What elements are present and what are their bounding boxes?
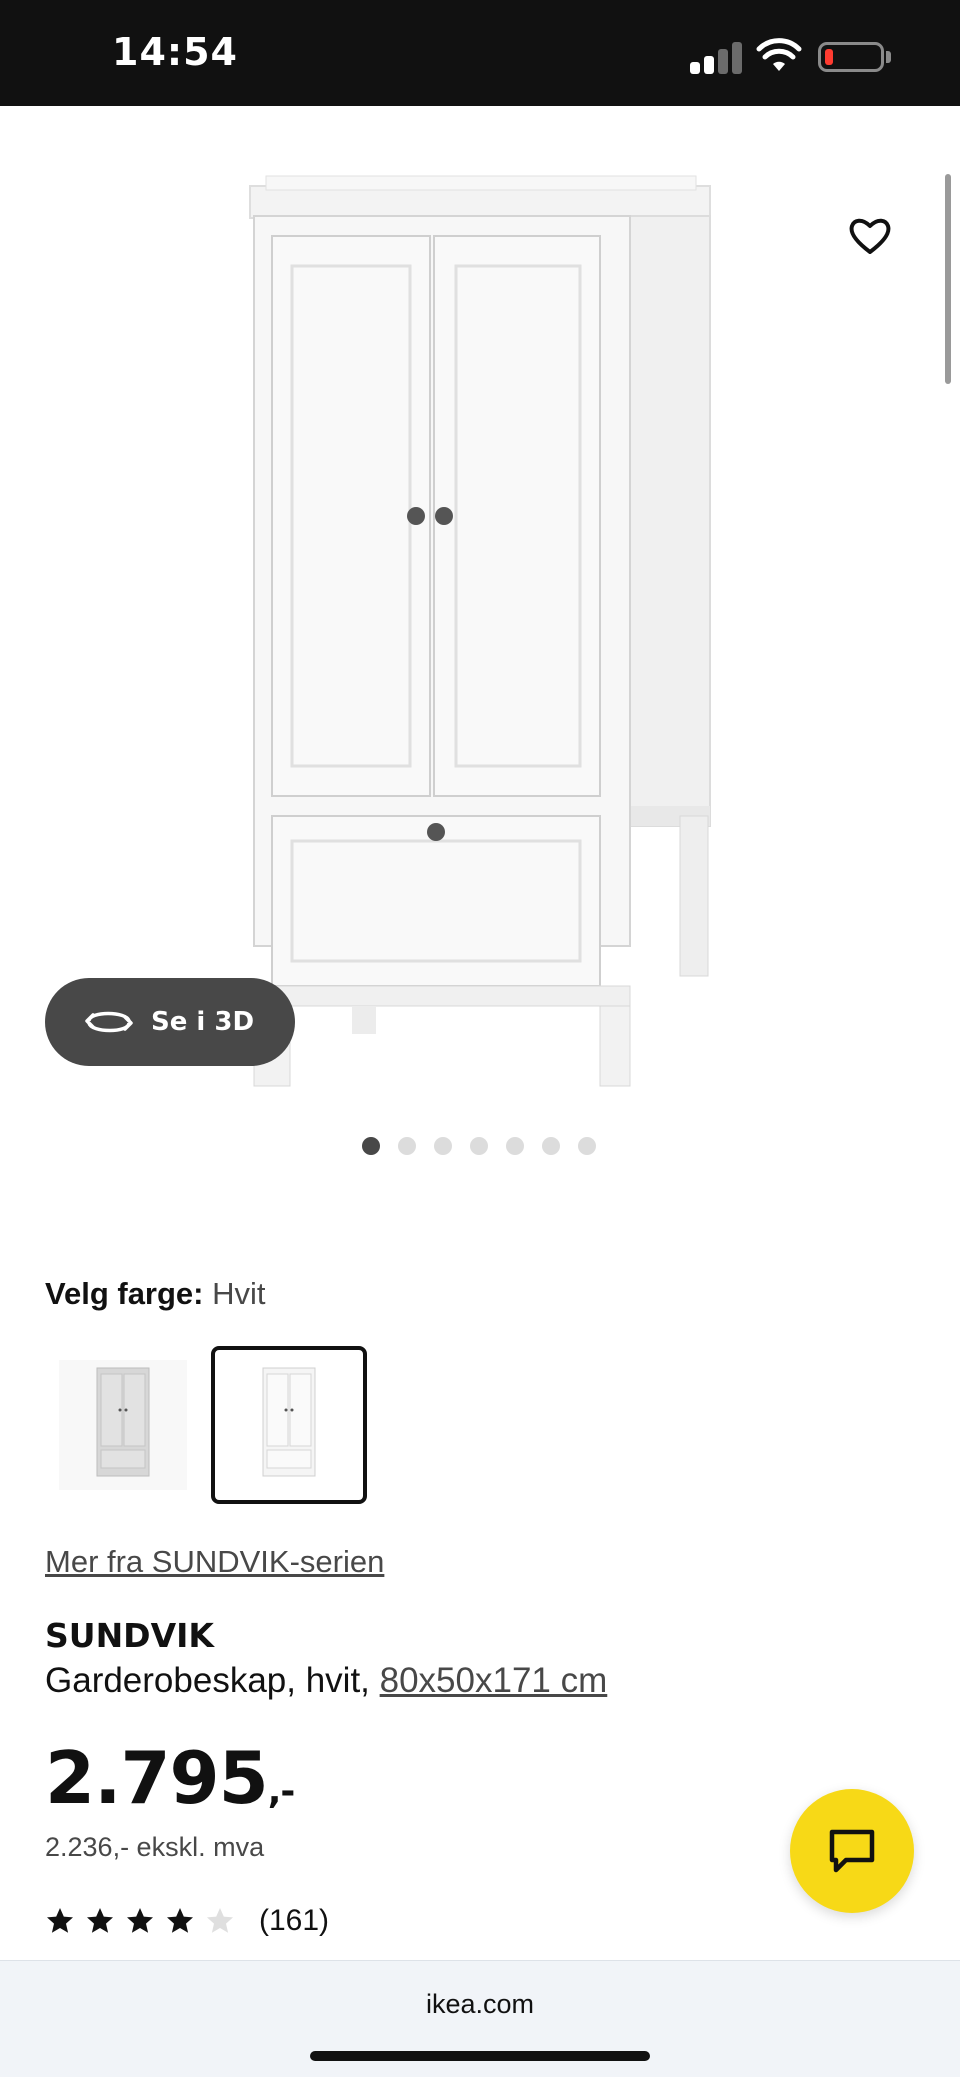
color-swatch-white[interactable] (211, 1346, 367, 1504)
battery-cap (886, 51, 891, 63)
view-3d-button[interactable]: Se i 3D (45, 978, 295, 1066)
product-description: Garderobeskap, hvit, 80x50x171 cm (45, 1661, 607, 1701)
gallery-pagination (362, 1137, 614, 1157)
home-indicator[interactable] (310, 2051, 650, 2061)
favorite-button[interactable] (830, 196, 910, 276)
color-swatch-gray[interactable] (45, 1346, 201, 1504)
color-label-prefix: Velg farge: (45, 1276, 204, 1311)
selected-color-value: Hvit (212, 1276, 266, 1311)
product-image[interactable] (240, 166, 720, 1096)
heart-outline-icon (849, 218, 891, 254)
battery-icon (818, 42, 884, 72)
browser-bottom-bar: ikea.com (0, 1960, 960, 2077)
scrollbar[interactable] (945, 174, 951, 384)
pagination-dot[interactable] (578, 1137, 596, 1155)
dimensions-link[interactable]: 80x50x171 cm (380, 1661, 608, 1700)
pagination-dot[interactable] (362, 1137, 380, 1155)
pagination-dot[interactable] (506, 1137, 524, 1155)
pagination-dot[interactable] (470, 1137, 488, 1155)
series-link[interactable]: Mer fra SUNDVIK-serien (45, 1544, 384, 1580)
pagination-dot[interactable] (542, 1137, 560, 1155)
rotate-3d-icon (85, 1011, 133, 1033)
product-type: Garderobeskap, hvit, (45, 1661, 380, 1700)
gray-wardrobe-thumbnail (59, 1360, 187, 1490)
product-name: SUNDVIK (45, 1616, 214, 1655)
chat-button[interactable] (790, 1789, 914, 1913)
review-count: (161) (259, 1904, 330, 1937)
battery-level (825, 49, 833, 65)
star-empty-icon (207, 1908, 233, 1933)
color-picker-label: Velg farge: Hvit (45, 1276, 266, 1312)
pagination-dot[interactable] (434, 1137, 452, 1155)
star-filled-icon (87, 1908, 113, 1933)
price: 2.795,- (45, 1736, 296, 1820)
cellular-signal-icon (690, 40, 742, 74)
price-ex-vat: 2.236,- ekskl. mva (45, 1832, 265, 1862)
wifi-icon (756, 38, 802, 71)
white-wardrobe-thumbnail (262, 1367, 316, 1477)
status-time: 14:54 (112, 30, 238, 74)
pagination-dot[interactable] (398, 1137, 416, 1155)
rating[interactable]: (161) (45, 1904, 329, 1938)
url-field[interactable]: ikea.com (0, 1989, 960, 2020)
chat-bubble-icon (829, 1829, 875, 1873)
star-filled-icon (47, 1908, 73, 1933)
product-gallery[interactable]: Se i 3D (0, 106, 960, 1155)
star-filled-icon (127, 1908, 153, 1933)
view-3d-label: Se i 3D (151, 1007, 255, 1037)
price-main: 2.795 (45, 1736, 269, 1820)
status-bar: 14:54 (0, 0, 960, 106)
price-suffix: ,- (267, 1771, 296, 1812)
star-filled-icon (167, 1908, 193, 1933)
